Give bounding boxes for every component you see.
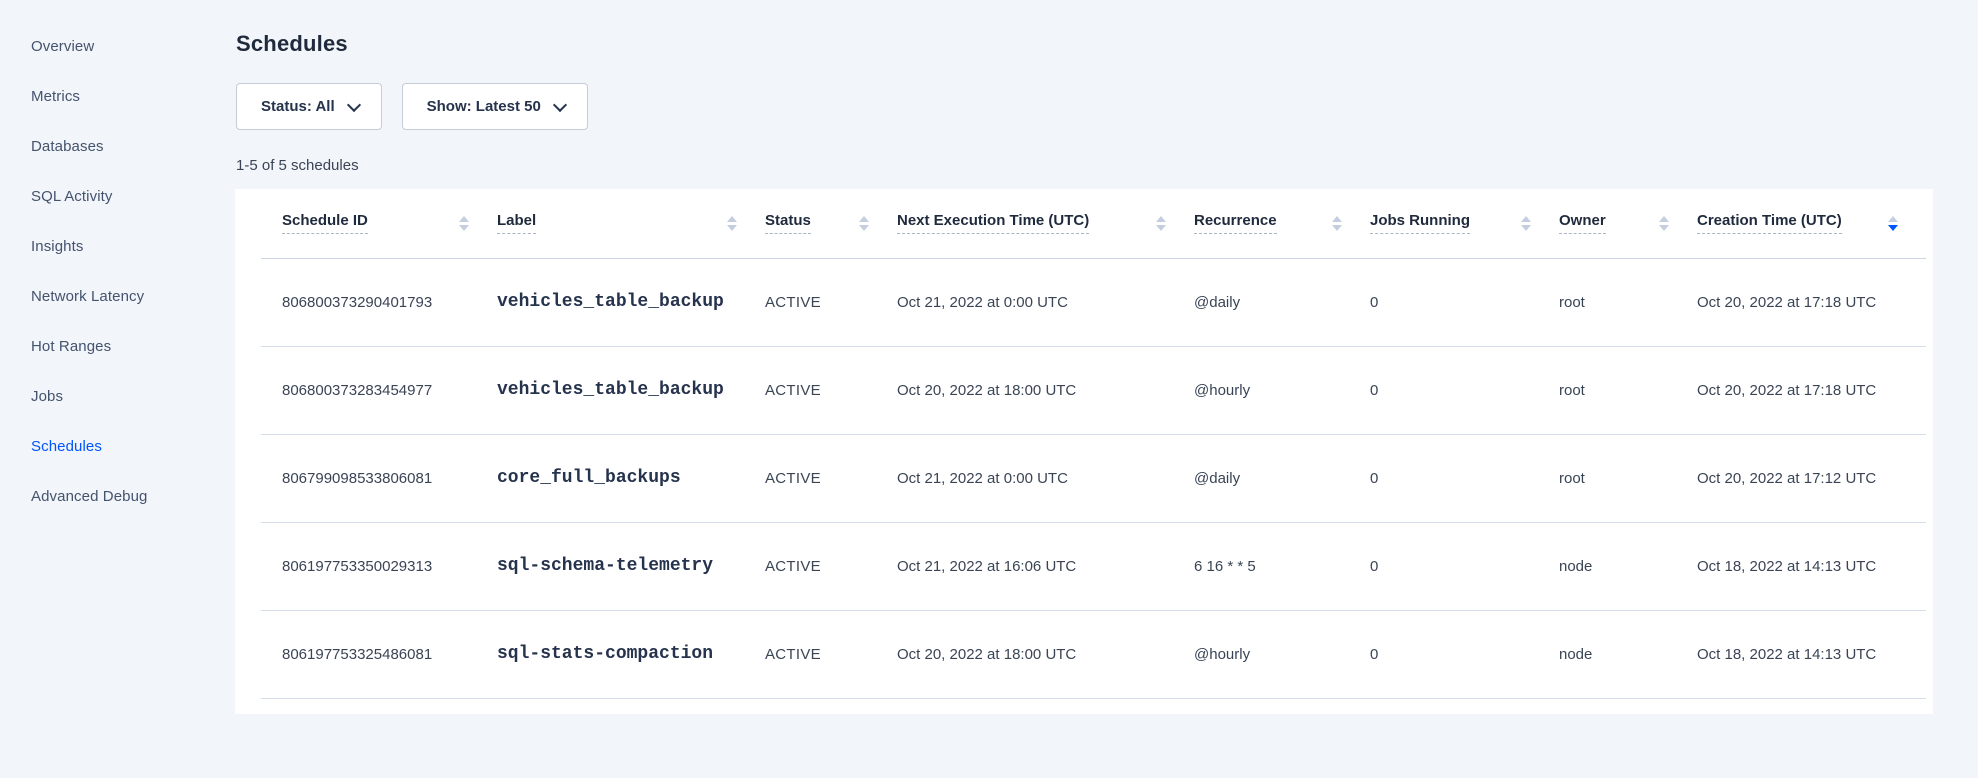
schedule-id-cell: 806799098533806081 (261, 470, 497, 487)
next-execution-cell: Oct 21, 2022 at 16:06 UTC (897, 558, 1194, 575)
table-row: 806799098533806081 core_full_backups ACT… (261, 434, 1926, 522)
sidebar-item-insights[interactable]: Insights (0, 221, 228, 271)
column-header-owner[interactable]: Owner (1559, 189, 1697, 258)
schedule-id-cell: 806197753350029313 (261, 558, 497, 575)
chevron-down-icon (347, 97, 361, 111)
chevron-down-icon (553, 97, 567, 111)
table-row: 806800373290401793 vehicles_table_backup… (261, 258, 1926, 346)
status-cell: ACTIVE (765, 646, 897, 663)
sort-icon (1521, 216, 1531, 231)
creation-time-cell: Oct 20, 2022 at 17:12 UTC (1697, 470, 1926, 487)
recurrence-cell: @daily (1194, 294, 1370, 311)
jobs-running-cell: 0 (1370, 646, 1559, 663)
sidebar-item-databases[interactable]: Databases (0, 121, 228, 171)
table-row: 806197753325486081 sql-stats-compaction … (261, 610, 1926, 698)
schedules-page: Overview Metrics Databases SQL Activity … (0, 0, 1978, 778)
status-cell: ACTIVE (765, 558, 897, 575)
sort-icon (459, 216, 469, 231)
show-filter-dropdown[interactable]: Show: Latest 50 (402, 83, 588, 130)
column-header-schedule-id[interactable]: Schedule ID (261, 189, 497, 258)
jobs-running-cell: 0 (1370, 382, 1559, 399)
sidebar-nav: Overview Metrics Databases SQL Activity … (0, 21, 228, 521)
schedule-label-cell: sql-stats-compaction (497, 644, 765, 664)
sort-icon (1156, 216, 1166, 231)
main-content: Schedules Status: All Show: Latest 50 1-… (235, 0, 1933, 714)
table-header-row: Schedule ID Label Status Next Execution … (261, 189, 1926, 258)
next-execution-cell: Oct 20, 2022 at 18:00 UTC (897, 646, 1194, 663)
schedule-label-cell: vehicles_table_backup (497, 292, 765, 312)
owner-cell: root (1559, 470, 1697, 487)
sidebar-item-overview[interactable]: Overview (0, 21, 228, 71)
schedule-id-cell: 806800373283454977 (261, 382, 497, 399)
sort-icon (1332, 216, 1342, 231)
sidebar-item-network-latency[interactable]: Network Latency (0, 271, 228, 321)
table-row: 806800373283454977 vehicles_table_backup… (261, 346, 1926, 434)
next-execution-cell: Oct 21, 2022 at 0:00 UTC (897, 470, 1194, 487)
sort-icon (1659, 216, 1669, 231)
results-count: 1-5 of 5 schedules (236, 157, 1933, 177)
owner-cell: node (1559, 646, 1697, 663)
status-cell: ACTIVE (765, 294, 897, 311)
column-header-label[interactable]: Label (497, 189, 765, 258)
sidebar-item-hot-ranges[interactable]: Hot Ranges (0, 321, 228, 371)
creation-time-cell: Oct 20, 2022 at 17:18 UTC (1697, 294, 1926, 311)
schedules-table: Schedule ID Label Status Next Execution … (261, 189, 1926, 699)
sidebar-item-schedules[interactable]: Schedules (0, 421, 228, 471)
owner-cell: root (1559, 382, 1697, 399)
sort-icon (727, 216, 737, 231)
page-title: Schedules (236, 29, 1933, 59)
column-header-status[interactable]: Status (765, 189, 897, 258)
schedule-label-cell: vehicles_table_backup (497, 380, 765, 400)
creation-time-cell: Oct 18, 2022 at 14:13 UTC (1697, 558, 1926, 575)
schedule-label-cell: sql-schema-telemetry (497, 556, 765, 576)
sort-desc-icon (1888, 216, 1898, 231)
column-header-next-execution-time[interactable]: Next Execution Time (UTC) (897, 189, 1194, 258)
jobs-running-cell: 0 (1370, 558, 1559, 575)
status-filter-label: Status: All (261, 98, 335, 115)
jobs-running-cell: 0 (1370, 294, 1559, 311)
schedule-id-cell: 806197753325486081 (261, 646, 497, 663)
sidebar-item-advanced-debug[interactable]: Advanced Debug (0, 471, 228, 521)
status-cell: ACTIVE (765, 470, 897, 487)
status-cell: ACTIVE (765, 382, 897, 399)
owner-cell: root (1559, 294, 1697, 311)
creation-time-cell: Oct 20, 2022 at 17:18 UTC (1697, 382, 1926, 399)
show-filter-label: Show: Latest 50 (427, 98, 541, 115)
next-execution-cell: Oct 20, 2022 at 18:00 UTC (897, 382, 1194, 399)
table-row: 806197753350029313 sql-schema-telemetry … (261, 522, 1926, 610)
schedule-label-cell: core_full_backups (497, 468, 765, 488)
sidebar-item-jobs[interactable]: Jobs (0, 371, 228, 421)
creation-time-cell: Oct 18, 2022 at 14:13 UTC (1697, 646, 1926, 663)
jobs-running-cell: 0 (1370, 470, 1559, 487)
owner-cell: node (1559, 558, 1697, 575)
schedules-table-panel: Schedule ID Label Status Next Execution … (235, 189, 1933, 714)
sort-icon (859, 216, 869, 231)
recurrence-cell: @daily (1194, 470, 1370, 487)
sidebar-item-metrics[interactable]: Metrics (0, 71, 228, 121)
sidebar-item-sql-activity[interactable]: SQL Activity (0, 171, 228, 221)
schedule-id-cell: 806800373290401793 (261, 294, 497, 311)
status-filter-dropdown[interactable]: Status: All (236, 83, 382, 130)
next-execution-cell: Oct 21, 2022 at 0:00 UTC (897, 294, 1194, 311)
recurrence-cell: 6 16 * * 5 (1194, 558, 1370, 575)
column-header-creation-time[interactable]: Creation Time (UTC) (1697, 189, 1926, 258)
column-header-recurrence[interactable]: Recurrence (1194, 189, 1370, 258)
recurrence-cell: @hourly (1194, 382, 1370, 399)
filter-bar: Status: All Show: Latest 50 (236, 83, 1933, 130)
column-header-jobs-running[interactable]: Jobs Running (1370, 189, 1559, 258)
recurrence-cell: @hourly (1194, 646, 1370, 663)
